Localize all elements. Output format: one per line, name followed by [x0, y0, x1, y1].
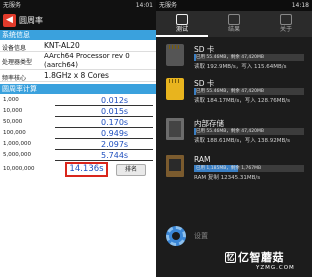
digits-label: 5,000,000 — [3, 152, 31, 158]
tab-test[interactable]: 测试 — [156, 11, 208, 37]
calc-row: 100,000 0.949s — [0, 128, 156, 139]
watermark-main: 亿智蘑菇 — [238, 251, 284, 264]
digits-label: 1,000,000 — [3, 141, 31, 147]
storage-benchmark-panel: 无服务 14:18 测试 结果 关于 SD 卡 已用 55.46MB，剩余 47… — [156, 0, 312, 277]
speed-text: 读取 192.9MB/s，写入 115.64MB/s — [194, 64, 287, 70]
usage-text: 已用 1,185MB，剩余 1,767MB — [196, 166, 262, 171]
tab-label: 关于 — [279, 26, 292, 33]
sd-card-icon — [166, 44, 184, 66]
sd-card-icon — [166, 78, 184, 100]
storage-item-ram[interactable]: RAM 已用 1,185MB，剩余 1,767MB RAM 复制 12345.3… — [156, 155, 312, 183]
usage-bar: 已用 55.46MB，剩余 47,420MB — [194, 88, 304, 95]
page-title: 圆周率 — [19, 16, 43, 25]
info-value: KNT-AL20 — [44, 41, 80, 50]
clock: 14:01 — [135, 2, 153, 9]
back-button[interactable]: ◀ — [3, 14, 16, 27]
info-row-processor: 处理器类型 AArch64 Processor rev 0 (aarch64) — [0, 52, 156, 70]
carrier-text: 无服务 — [3, 2, 22, 9]
calc-time: 14.136s — [69, 164, 104, 174]
status-bar: 无服务 14:18 — [156, 0, 312, 11]
tab-bar: 测试 结果 关于 — [156, 11, 312, 37]
digits-label: 10,000,000 — [3, 166, 35, 172]
settings-label: 设置 — [194, 232, 208, 240]
info-row-frequency: 频率核心 1.8GHz x 8 Cores — [0, 70, 156, 82]
calc-row: 10,000 0.015s — [0, 106, 156, 117]
calc-row: 1,000 0.012s — [0, 95, 156, 106]
highlighted-result: 14.136s — [65, 162, 108, 177]
calc-row: 1,000,000 2.097s — [0, 139, 156, 150]
digits-label: 1,000 — [3, 97, 19, 103]
info-value: AArch64 Processor rev 0 (aarch64) — [44, 52, 130, 69]
gear-icon — [166, 226, 186, 246]
app-bar: ◀ 圆周率 — [0, 11, 156, 30]
info-value: 1.8GHz x 8 Cores — [44, 71, 109, 80]
digits-label: 50,000 — [3, 119, 23, 125]
speed-text: RAM 复制 12345.31MB/s — [194, 175, 261, 181]
usage-bar: 已用 55.46MB，剩余 47,420MB — [194, 54, 304, 61]
info-icon — [280, 14, 292, 25]
calc-row: 50,000 0.170s — [0, 117, 156, 128]
underline — [55, 160, 153, 161]
usage-bar: 已用 55.46MB，剩余 47,420MB — [194, 128, 304, 135]
watermark-logo: 忆 — [225, 252, 236, 263]
pi-calc-header: 圆周率计算 — [0, 84, 156, 94]
usage-text: 已用 55.46MB，剩余 47,420MB — [196, 55, 264, 60]
speed-text: 读取 184.17MB/s，写入 128.76MB/s — [194, 98, 290, 104]
storage-name: RAM — [194, 155, 211, 164]
digits-label: 10,000 — [3, 108, 23, 114]
usage-text: 已用 55.46MB，剩余 47,420MB — [196, 129, 264, 134]
results-icon — [228, 14, 240, 25]
settings-item[interactable]: 设置 — [156, 225, 312, 247]
system-info-header: 系统信息 — [0, 30, 156, 40]
info-key: 设备信息 — [2, 45, 27, 52]
tab-about[interactable]: 关于 — [260, 11, 312, 37]
usage-text: 已用 55.46MB，剩余 47,420MB — [196, 89, 264, 94]
carrier-text: 无服务 — [159, 2, 178, 9]
rank-button[interactable]: 排名 — [116, 164, 146, 176]
tab-results[interactable]: 结果 — [208, 11, 260, 37]
info-key: 频率核心 — [2, 75, 27, 82]
speed-text: 读取 188.61MB/s，写入 138.92MB/s — [194, 138, 290, 144]
benchmark-icon — [176, 14, 188, 25]
digits-label: 100,000 — [3, 130, 26, 136]
watermark-sub: YZMG.COM — [256, 265, 295, 271]
calc-row: 5,000,000 5.744s — [0, 150, 156, 161]
storage-item-sd1[interactable]: SD 卡 已用 55.46MB，剩余 47,420MB 读取 192.9MB/s… — [156, 44, 312, 72]
tab-label: 结果 — [227, 26, 240, 33]
internal-storage-icon — [166, 118, 184, 140]
storage-item-sd2[interactable]: SD 卡 已用 55.46MB，剩余 47,420MB 读取 184.17MB/… — [156, 78, 312, 106]
usage-bar: 已用 1,185MB，剩余 1,767MB — [194, 165, 304, 172]
tab-label: 测试 — [175, 26, 188, 33]
info-row-device: 设备信息 KNT-AL20 — [0, 40, 156, 52]
info-key: 处理器类型 — [2, 59, 33, 66]
pi-benchmark-panel: 无服务 14:01 ◀ 圆周率 系统信息 设备信息 KNT-AL20 处理器类型… — [0, 0, 156, 277]
status-bar: 无服务 14:01 — [0, 0, 156, 11]
storage-item-internal[interactable]: 内部存储 已用 55.46MB，剩余 47,420MB 读取 188.61MB/… — [156, 118, 312, 146]
clock: 14:18 — [291, 2, 309, 9]
ram-icon — [166, 155, 184, 177]
